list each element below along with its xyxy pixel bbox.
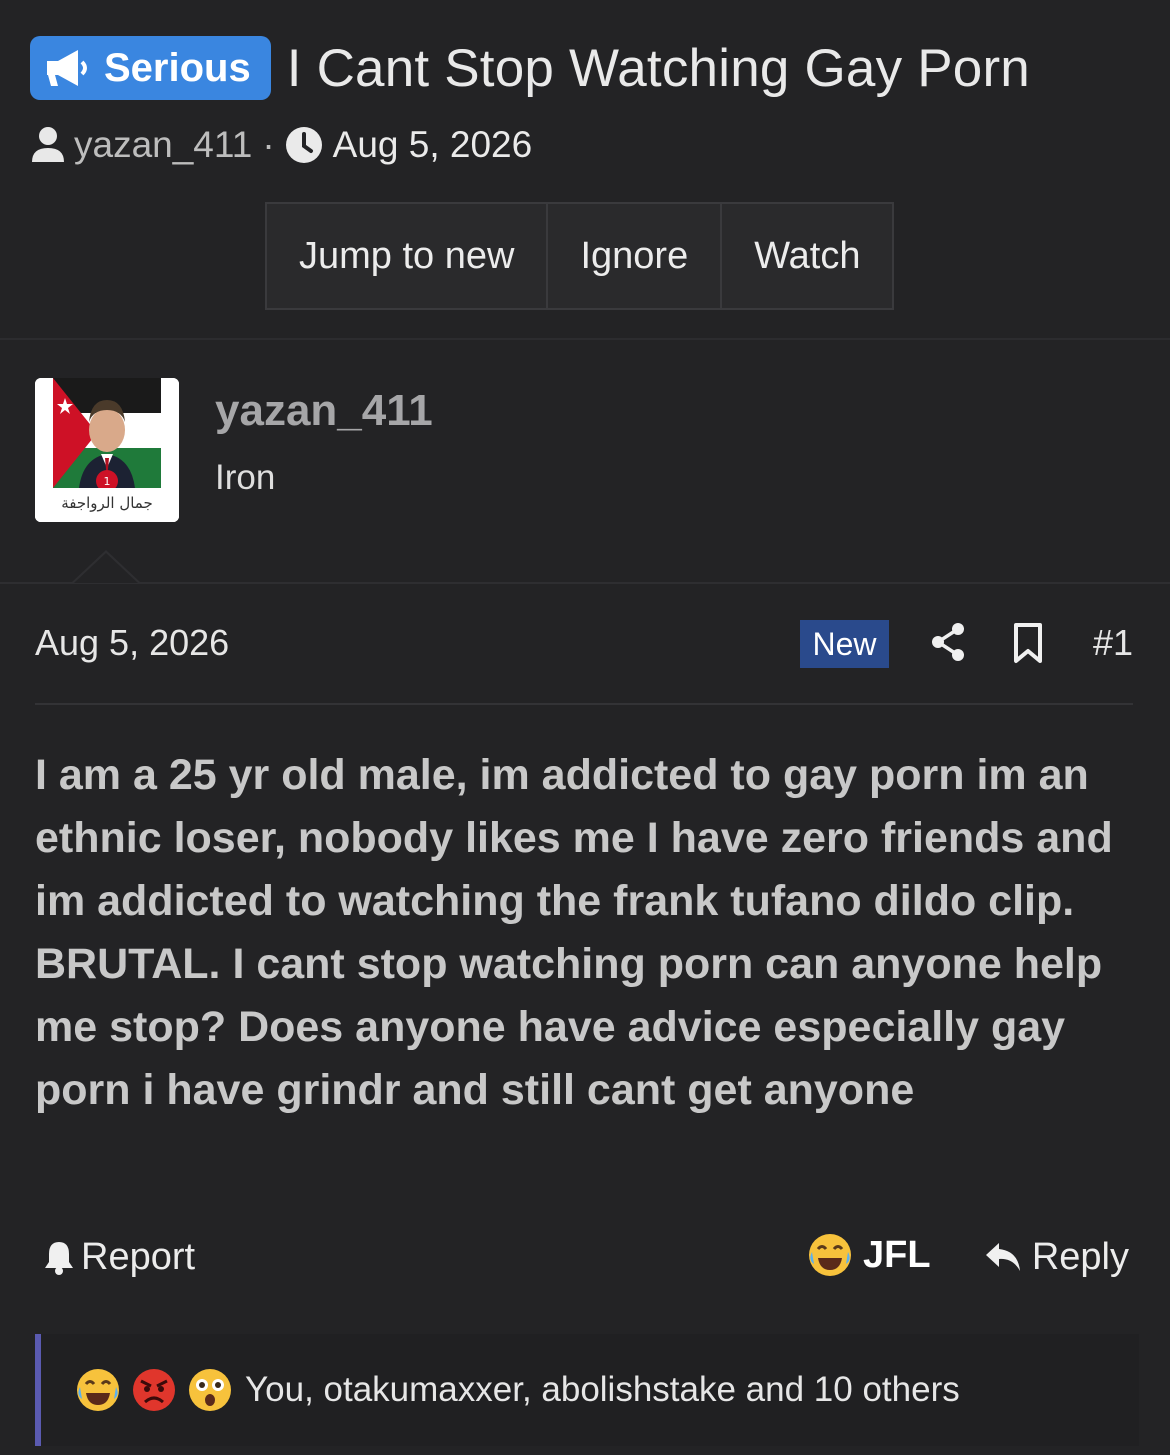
bookmark-icon[interactable] — [1012, 622, 1044, 664]
thread-title: I Cant Stop Watching Gay Porn — [286, 38, 1030, 98]
crying-laughing-icon — [77, 1369, 119, 1411]
report-button[interactable]: Report — [43, 1236, 195, 1279]
post-header: Aug 5, 2026 New #1 — [35, 620, 1133, 670]
ignore-button[interactable]: Ignore — [546, 204, 720, 308]
post-actions: Report JFL Reply — [35, 1232, 1133, 1292]
avatar[interactable]: 1 جمال الرواجفة — [35, 378, 179, 522]
meta-separator: · — [262, 124, 275, 165]
svg-text:1: 1 — [104, 475, 111, 488]
post-divider — [35, 703, 1133, 705]
post-date-link[interactable]: Aug 5, 2026 — [35, 622, 229, 664]
watch-button[interactable]: Watch — [720, 204, 892, 308]
avatar-caption: جمال الرواجفة — [61, 494, 153, 512]
thread-header: Serious I Cant Stop Watching Gay Porn ya… — [0, 0, 1170, 340]
shocked-face-icon — [189, 1369, 231, 1411]
thread-title-row: Serious I Cant Stop Watching Gay Porn — [30, 36, 1030, 100]
crying-laughing-icon — [809, 1234, 851, 1276]
user-icon — [32, 127, 64, 162]
reply-label: Reply — [1031, 1236, 1129, 1278]
reaction-label: JFL — [863, 1233, 931, 1276]
reply-button[interactable]: Reply — [984, 1236, 1129, 1279]
reactions-summary[interactable]: You, otakumaxxer, abolishstake and 10 ot… — [245, 1370, 960, 1410]
user-title: Iron — [215, 458, 276, 497]
angry-face-icon — [133, 1369, 175, 1411]
new-badge: New — [800, 620, 889, 668]
reactions-bar[interactable]: You, otakumaxxer, abolishstake and 10 ot… — [35, 1334, 1139, 1446]
message-arrow-inner — [74, 553, 138, 583]
prefix-label: Serious — [104, 45, 251, 90]
post-username[interactable]: yazan_411 — [215, 386, 433, 436]
megaphone-icon — [47, 50, 87, 86]
jump-to-new-button[interactable]: Jump to new — [267, 204, 546, 308]
post-user-block: 1 جمال الرواجفة yazan_411 Iron — [0, 340, 1170, 584]
prefix-badge-serious[interactable]: Serious — [30, 36, 271, 100]
thread-meta: yazan_411 · Aug 5, 2026 — [30, 124, 532, 166]
thread-date-link[interactable]: Aug 5, 2026 — [333, 124, 533, 166]
post-number-link[interactable]: #1 — [1093, 622, 1133, 664]
react-button[interactable]: JFL — [807, 1232, 931, 1278]
thread-author-link[interactable]: yazan_411 — [74, 124, 252, 166]
reply-icon — [985, 1242, 1020, 1271]
clock-icon — [285, 127, 322, 163]
report-label: Report — [81, 1236, 196, 1278]
share-icon[interactable] — [930, 622, 966, 662]
bell-icon — [45, 1241, 73, 1275]
post-body: I am a 25 yr old male, im addicted to ga… — [35, 751, 1113, 1114]
thread-button-group: Jump to new Ignore Watch — [265, 202, 895, 310]
